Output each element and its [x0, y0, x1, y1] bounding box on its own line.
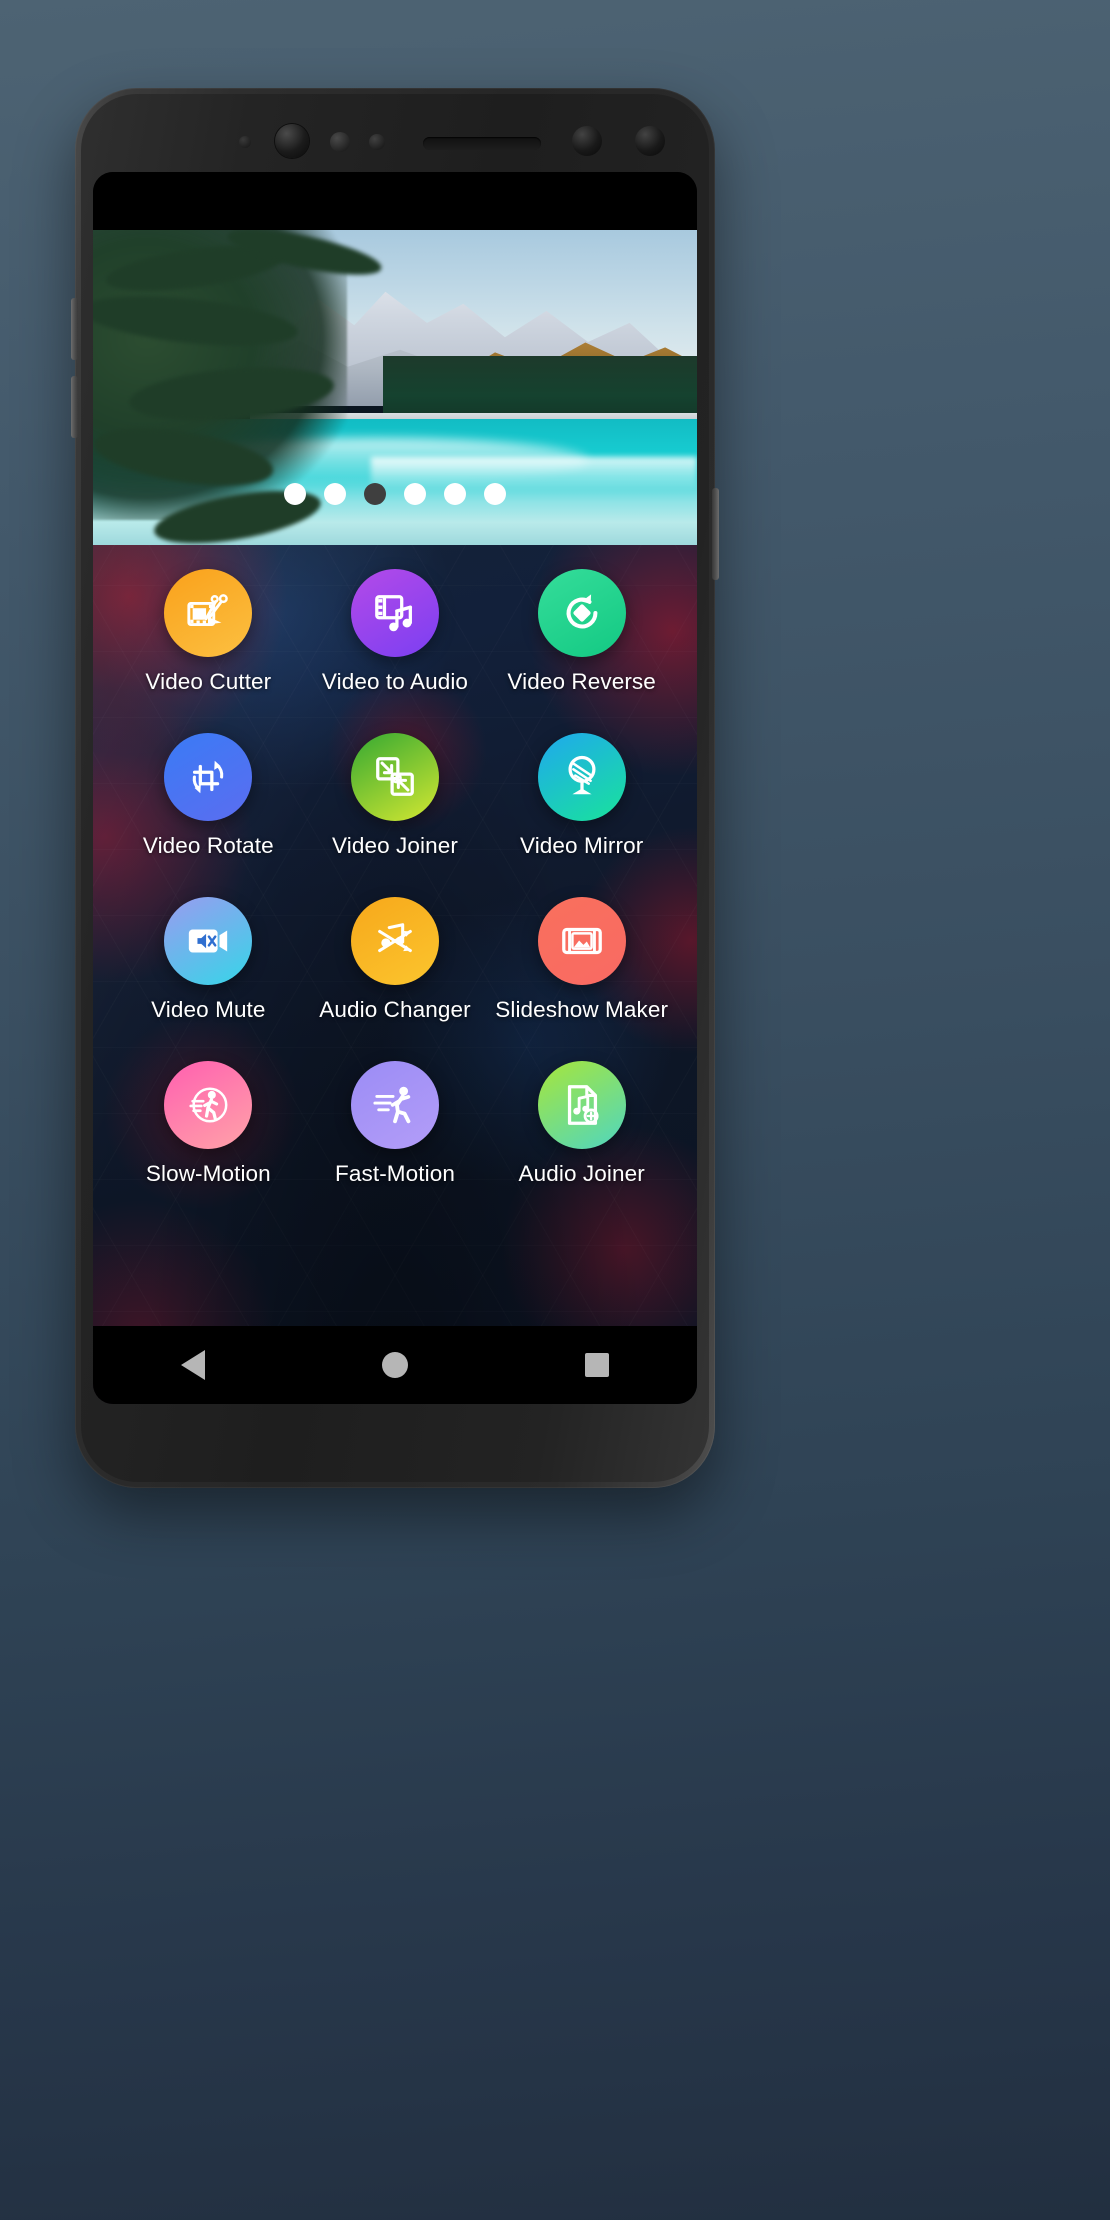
sensor-dot-icon [239, 136, 251, 148]
slideshow-frame-icon[interactable] [537, 897, 626, 985]
film-music-icon[interactable] [350, 569, 439, 657]
mirror-flip-icon[interactable] [537, 733, 626, 821]
carousel-dots[interactable] [93, 483, 697, 505]
app-grid: Video Cutter Video to Audio Video Reverse V… [93, 547, 697, 1219]
promo-banner-carousel[interactable] [93, 230, 697, 545]
app-tile-fast-motion[interactable]: Fast-Motion [302, 1061, 489, 1219]
light-sensor-icon [369, 134, 385, 150]
home-circle-icon[interactable] [381, 1352, 408, 1378]
crop-rotate-icon[interactable] [164, 733, 253, 821]
carousel-dot-1[interactable] [284, 483, 306, 505]
front-camera-icon [275, 124, 309, 158]
app-label: Slideshow Maker [495, 997, 669, 1022]
phone-screen: Video Cutter Video to Audio Video Reverse V… [93, 172, 697, 1404]
slow-walker-icon[interactable] [164, 1061, 253, 1149]
app-label: Video Cutter [145, 669, 272, 694]
app-label: Video Reverse [507, 669, 656, 694]
secondary-camera-icon [635, 126, 665, 156]
running-person-icon[interactable] [350, 1061, 439, 1149]
app-tile-video-mirror[interactable]: Video Mirror [488, 733, 675, 891]
app-tile-video-rotate[interactable]: Video Rotate [115, 733, 302, 891]
app-tile-video-joiner[interactable]: Video Joiner [302, 733, 489, 891]
carousel-dot-6[interactable] [484, 483, 506, 505]
join-squares-icon[interactable] [350, 733, 439, 821]
carousel-dot-5[interactable] [444, 483, 466, 505]
proximity-sensor-icon [330, 132, 350, 152]
app-label: Video Joiner [332, 833, 458, 858]
power-button[interactable] [712, 488, 719, 580]
recents-square-icon[interactable] [584, 1353, 609, 1377]
carousel-dot-3[interactable] [364, 483, 386, 505]
app-wallpaper: Video Cutter Video to Audio Video Reverse V… [93, 545, 697, 1404]
audio-file-add-icon[interactable] [537, 1061, 626, 1149]
app-tile-video-mute[interactable]: Video Mute [115, 897, 302, 1055]
video-mute-icon[interactable] [164, 897, 253, 985]
app-tile-video-to-audio[interactable]: Video to Audio [302, 569, 489, 727]
app-label: Slow-Motion [145, 1161, 271, 1186]
app-tile-slow-motion[interactable]: Slow-Motion [115, 1061, 302, 1219]
volume-up-button[interactable] [71, 298, 78, 360]
film-scissors-icon[interactable] [164, 569, 253, 657]
android-nav-bar [93, 1326, 697, 1404]
app-tile-video-cutter[interactable]: Video Cutter [115, 569, 302, 727]
phone-device: Video Cutter Video to Audio Video Reverse V… [71, 88, 719, 1488]
carousel-dot-4[interactable] [404, 483, 426, 505]
speaker-grille-icon [423, 137, 541, 150]
iris-scanner-icon [572, 126, 602, 156]
app-label: Audio Joiner [518, 1161, 645, 1186]
status-bar [93, 172, 697, 230]
app-label: Fast-Motion [335, 1161, 455, 1186]
app-label: Video Mute [151, 997, 266, 1022]
app-label: Video to Audio [321, 669, 469, 694]
app-label: Audio Changer [319, 997, 471, 1022]
app-label: Video Mirror [520, 833, 644, 858]
app-tile-audio-changer[interactable]: Audio Changer [302, 897, 489, 1055]
app-tile-slideshow-maker[interactable]: Slideshow Maker [488, 897, 675, 1055]
carousel-dot-2[interactable] [324, 483, 346, 505]
back-triangle-icon[interactable] [181, 1350, 206, 1380]
app-label: Video Rotate [142, 833, 274, 858]
reverse-arrow-icon[interactable] [537, 569, 626, 657]
volume-down-button[interactable] [71, 376, 78, 438]
app-tile-video-reverse[interactable]: Video Reverse [488, 569, 675, 727]
audio-shuffle-icon[interactable] [350, 897, 439, 985]
app-tile-audio-joiner[interactable]: Audio Joiner [488, 1061, 675, 1219]
